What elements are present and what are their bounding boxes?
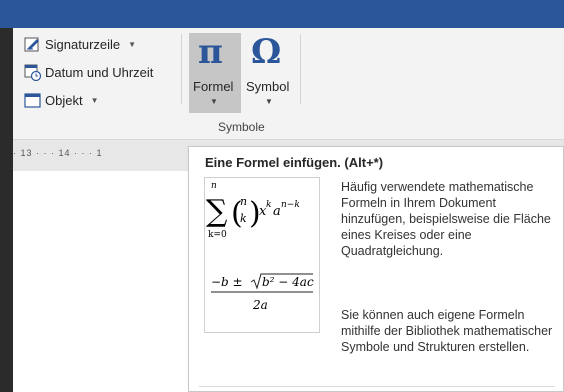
signature-line-icon [24, 36, 41, 53]
exp-k: k [266, 200, 271, 210]
title-bar [0, 0, 564, 28]
ruler-ticks: · 13 · · · 14 · · · 1 [13, 148, 103, 158]
chevron-down-icon: ▼ [265, 97, 273, 106]
divider [199, 386, 555, 387]
date-time-button[interactable]: Datum und Uhrzeit [24, 64, 154, 82]
quad-denominator: 2a [252, 298, 268, 312]
tooltip: Eine Formel einfügen. (Alt+*) n ∑ k=0 ( … [188, 146, 564, 392]
symbol-label: Symbol [246, 79, 290, 94]
sum-upper: n [211, 181, 217, 191]
date-time-label: Datum und Uhrzeit [45, 65, 154, 80]
date-time-icon [24, 64, 42, 82]
pi-icon: π [198, 32, 223, 72]
exp-nk: n−k [281, 200, 300, 210]
tooltip-description: Häufig verwendete mathematische Formeln … [341, 180, 551, 258]
group-label: Symbole [218, 120, 265, 134]
formula-preview-image: n ∑ k=0 ( n k ) x k a n−k −b ± b² − 4ac … [204, 177, 320, 333]
quad-numerator-left: −b ± [211, 275, 243, 289]
chevron-down-icon: ▼ [128, 40, 137, 49]
tooltip-description-secondary: Sie können auch eigene Formeln mithilfe … [341, 308, 553, 354]
group-separator [181, 34, 182, 104]
chevron-down-icon: ▼ [90, 96, 99, 105]
binom-bottom: k [240, 212, 247, 225]
formel-label: Formel [193, 79, 234, 94]
quad-radicand: b² − 4ac [262, 275, 314, 289]
group-separator [300, 34, 301, 104]
symbol-button[interactable]: Ω Symbol ▼ [243, 33, 297, 113]
signature-line-button[interactable]: Signaturzeile ▼ [24, 36, 136, 53]
term-a: a [273, 204, 281, 219]
sum-lower: k=0 [208, 230, 227, 240]
signature-line-label: Signaturzeile [45, 37, 121, 52]
binom-top: n [240, 195, 247, 208]
formel-button[interactable]: π Formel ▼ [189, 33, 241, 113]
sigma-icon: ∑ [206, 194, 228, 229]
object-label: Objekt [45, 93, 83, 108]
chevron-down-icon: ▼ [210, 97, 218, 106]
object-button[interactable]: Objekt ▼ [24, 92, 99, 109]
omega-icon: Ω [251, 32, 282, 72]
object-icon [24, 92, 41, 109]
tooltip-title: Eine Formel einfügen. (Alt+*) [205, 155, 384, 170]
